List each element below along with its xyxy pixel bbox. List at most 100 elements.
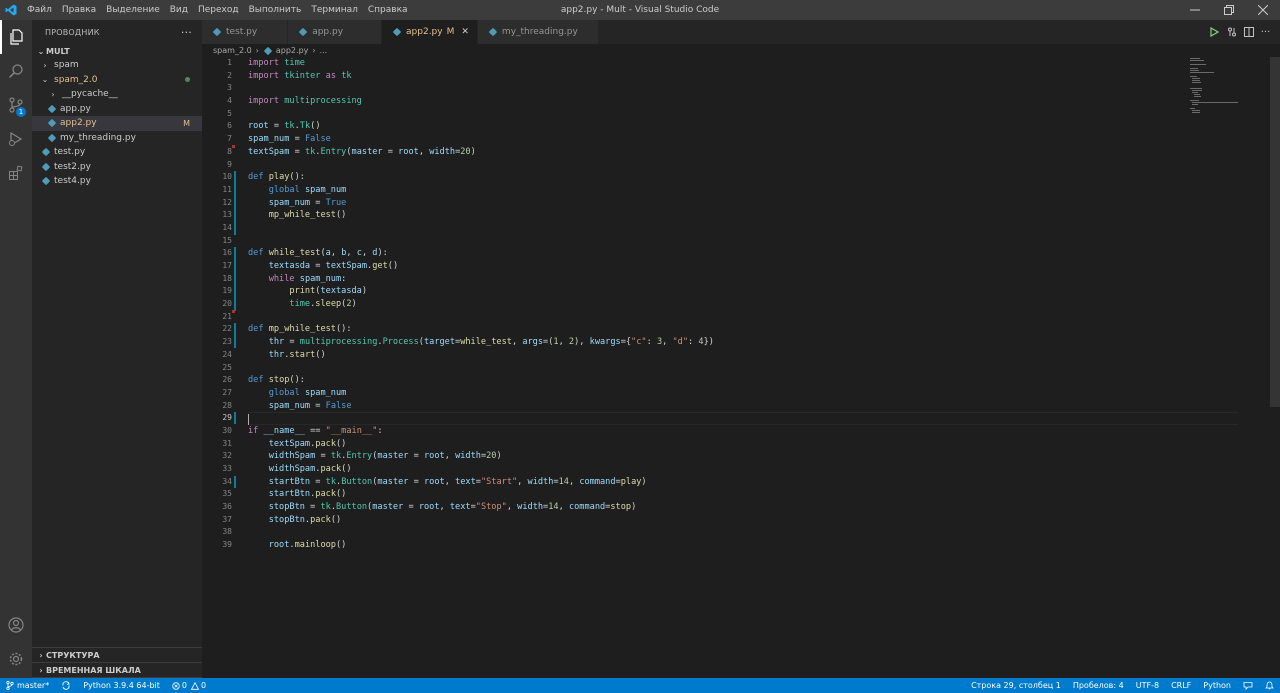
code-line[interactable]: spam_num = False (248, 400, 1238, 413)
tree-file-test2[interactable]: test2.py (32, 160, 202, 175)
code-line[interactable]: if __name__ == "__main__": (248, 425, 1238, 438)
open-changes-icon[interactable] (1223, 20, 1240, 44)
sync-icon[interactable] (55, 678, 77, 693)
minimize-icon[interactable] (1178, 0, 1212, 20)
code-line[interactable] (248, 222, 1238, 235)
tab-app-py[interactable]: app.py (288, 20, 383, 44)
problems-status[interactable]: 0 0 (166, 678, 212, 693)
code-line[interactable] (248, 159, 1238, 172)
run-debug-icon[interactable] (0, 122, 32, 156)
timeline-section[interactable]: › ВРЕМЕННАЯ ШКАЛА (32, 663, 202, 678)
code-editor[interactable]: 1 2 3 4 5 6 7 8 9 10 11 12 13 14 15 16 1… (202, 57, 1280, 678)
code-line[interactable] (248, 108, 1238, 121)
code-line[interactable] (248, 526, 1238, 539)
split-editor-icon[interactable] (1240, 20, 1257, 44)
code-line[interactable]: root.mainloop() (248, 539, 1238, 552)
breadcrumb-file[interactable]: app2.py (276, 46, 309, 55)
language-mode[interactable]: Python (1197, 678, 1237, 693)
python-interpreter[interactable]: Python 3.9.4 64-bit (77, 678, 166, 693)
code-line[interactable]: def stop(): (248, 374, 1238, 387)
code-line[interactable]: widthSpam = tk.Entry(master = root, widt… (248, 450, 1238, 463)
restore-icon[interactable] (1212, 0, 1246, 20)
tree-file-my-threading[interactable]: my_threading.py (32, 131, 202, 146)
code-line[interactable]: stopBtn.pack() (248, 514, 1238, 527)
git-branch-status[interactable]: master* (0, 678, 55, 693)
indentation-status[interactable]: Пробелов: 4 (1067, 678, 1130, 693)
tree-file-test[interactable]: test.py (32, 145, 202, 160)
tab-test-py[interactable]: test.py (202, 20, 289, 44)
code-line[interactable]: startBtn = tk.Button(master = root, text… (248, 476, 1238, 489)
code-line[interactable]: spam_num = False (248, 133, 1238, 146)
menu-go[interactable]: Переход (193, 0, 244, 20)
tree-file-app[interactable]: app.py (32, 102, 202, 117)
code-line[interactable]: spam_num = True (248, 197, 1238, 210)
cursor-position[interactable]: Строка 29, столбец 1 (965, 678, 1067, 693)
code-line[interactable]: while spam_num: (248, 273, 1238, 286)
code-line[interactable] (248, 311, 1238, 324)
code-line[interactable]: import tkinter as tk (248, 70, 1238, 83)
close-tab-icon[interactable]: ✕ (461, 27, 469, 37)
code-line[interactable]: import time (248, 57, 1238, 70)
eol-status[interactable]: CRLF (1165, 678, 1197, 693)
code-line[interactable]: def mp_while_test(): (248, 323, 1238, 336)
code-line[interactable] (248, 362, 1238, 375)
code-line[interactable]: import multiprocessing (248, 95, 1238, 108)
code-line[interactable]: thr = multiprocessing.Process(target=whi… (248, 336, 1238, 349)
tab-label: app2.py (406, 27, 443, 37)
explorer-icon[interactable] (0, 20, 32, 54)
code-line[interactable]: def while_test(a, b, c, d): (248, 247, 1238, 260)
code-line[interactable]: thr.start() (248, 349, 1238, 362)
code-line[interactable]: startBtn.pack() (248, 488, 1238, 501)
tree-folder-spam-2[interactable]: ⌄ spam_2.0 (32, 73, 202, 88)
code-line[interactable]: global spam_num (248, 184, 1238, 197)
tree-file-app2[interactable]: app2.py M (32, 116, 202, 131)
code-line[interactable]: global spam_num (248, 387, 1238, 400)
code-line[interactable]: textasda = textSpam.get() (248, 260, 1238, 273)
code-line[interactable]: textSpam.pack() (248, 438, 1238, 451)
line-number: 27 (222, 387, 232, 397)
code-line[interactable] (248, 82, 1238, 95)
menu-file[interactable]: Файл (22, 0, 57, 20)
more-actions-icon[interactable]: ··· (1257, 20, 1274, 44)
code-line[interactable]: stopBtn = tk.Button(master = root, text=… (248, 501, 1238, 514)
tree-file-test4[interactable]: test4.py (32, 174, 202, 189)
code-line[interactable]: root = tk.Tk() (248, 120, 1238, 133)
run-file-icon[interactable] (1206, 20, 1223, 44)
code-line[interactable]: time.sleep(2) (248, 298, 1238, 311)
code-content[interactable]: import time import tkinter as tk import … (248, 57, 1238, 552)
search-icon[interactable] (0, 54, 32, 88)
tree-folder-spam[interactable]: › spam (32, 58, 202, 73)
feedback-icon[interactable] (1237, 678, 1259, 693)
line-number: 38 (222, 527, 232, 537)
activity-bar: 1 (0, 20, 32, 678)
workspace-root[interactable]: ⌄ MULT (32, 44, 202, 58)
notifications-bell-icon[interactable] (1259, 678, 1280, 693)
code-line[interactable]: print(textasda) (248, 285, 1238, 298)
tree-folder-pycache[interactable]: › __pycache__ (32, 87, 202, 102)
extensions-icon[interactable] (0, 156, 32, 190)
menu-selection[interactable]: Выделение (101, 0, 165, 20)
settings-gear-icon[interactable] (0, 642, 32, 676)
source-control-icon[interactable]: 1 (0, 88, 32, 122)
tab-app2-py[interactable]: app2.py M ✕ (382, 20, 478, 44)
code-line[interactable]: widthSpam.pack() (248, 463, 1238, 476)
close-window-icon[interactable] (1246, 0, 1280, 20)
menu-help[interactable]: Справка (363, 0, 413, 20)
vertical-scrollbar[interactable] (1270, 57, 1280, 407)
code-line[interactable]: def play(): (248, 171, 1238, 184)
outline-section[interactable]: › СТРУКТУРА (32, 648, 202, 663)
code-line[interactable] (248, 235, 1238, 248)
account-icon[interactable] (0, 608, 32, 642)
tab-my-threading-py[interactable]: my_threading.py (477, 20, 599, 44)
menu-run[interactable]: Выполнить (244, 0, 307, 20)
menu-terminal[interactable]: Терминал (306, 0, 363, 20)
code-line[interactable]: mp_while_test() (248, 209, 1238, 222)
more-actions-icon[interactable]: ··· (181, 26, 192, 39)
encoding-status[interactable]: UTF-8 (1130, 678, 1165, 693)
menu-view[interactable]: Вид (165, 0, 193, 20)
code-line[interactable]: textSpam = tk.Entry(master = root, width… (248, 146, 1238, 159)
minimap[interactable] (1190, 57, 1270, 117)
menu-edit[interactable]: Правка (57, 0, 101, 20)
breadcrumb-symbol[interactable]: ... (320, 46, 328, 55)
breadcrumb-folder[interactable]: spam_2.0 (213, 46, 252, 55)
